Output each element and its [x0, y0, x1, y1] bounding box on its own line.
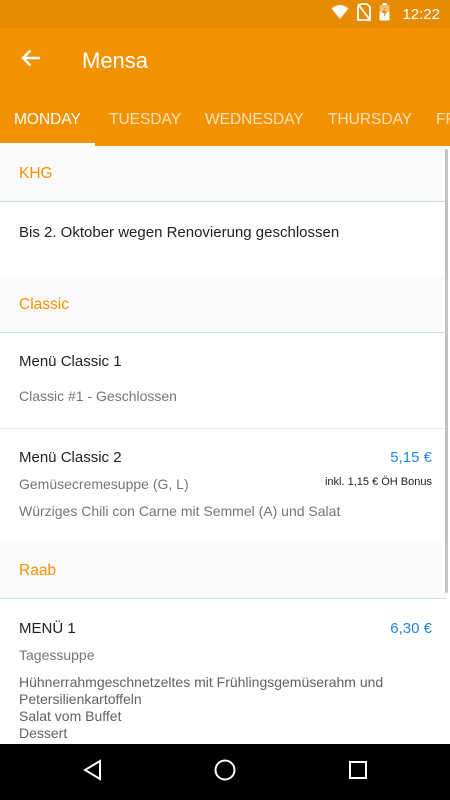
no-sim-icon — [357, 2, 372, 26]
battery-charging-icon — [379, 2, 390, 26]
status-time: 12:22 — [402, 5, 440, 23]
item-description: Classic #1 - Geschlossen — [19, 388, 177, 404]
menu-list[interactable]: KHG Bis 2. Oktober wegen Renovierung ges… — [0, 146, 450, 744]
item-title: Bis 2. Oktober wegen Renovierung geschlo… — [19, 224, 340, 241]
section-header-classic: Classic — [0, 277, 446, 333]
section-title: Classic — [19, 296, 69, 313]
arrow-back-icon — [21, 48, 41, 73]
status-icons: 12:22 — [331, 2, 440, 26]
item-description: Petersilienkartoffeln — [19, 691, 142, 707]
list-item[interactable]: Menü Classic 2 5,15 € inkl. 1,15 € ÖH Bo… — [0, 429, 446, 544]
tab-thursday[interactable]: THURSDAY — [328, 92, 412, 146]
item-price: 6,30 € — [390, 620, 432, 637]
wifi-icon — [331, 4, 349, 25]
item-bonus: inkl. 1,15 € ÖH Bonus — [324, 476, 432, 488]
nav-back-button[interactable] — [79, 758, 107, 786]
item-title: Menü Classic 1 — [19, 353, 122, 370]
item-description: Gemüsecremesuppe (G, L) — [19, 476, 189, 492]
item-price: 5,15 € — [390, 449, 432, 466]
list-item[interactable]: Menü Classic 1 Classic #1 - Geschlossen — [0, 333, 446, 429]
section-header-raab: Raab — [0, 543, 446, 599]
nav-back-icon — [82, 758, 104, 786]
item-description: Tagessuppe — [19, 647, 95, 663]
list-item[interactable]: MENÜ 1 6,30 € Tagessuppe Hühnerrahmgesch… — [0, 599, 446, 744]
day-tabs: MONDAY TUESDAY WEDNESDAY THURSDAY FR — [0, 92, 450, 146]
section-header-khg: KHG — [0, 146, 446, 202]
item-title: Menü Classic 2 — [19, 449, 122, 466]
tab-tuesday[interactable]: TUESDAY — [109, 92, 181, 146]
item-description: Würziges Chili con Carne mit Semmel (A) … — [19, 503, 341, 519]
list-item[interactable]: Bis 2. Oktober wegen Renovierung geschlo… — [0, 202, 446, 278]
status-bar: 12:22 — [0, 0, 450, 28]
item-title: MENÜ 1 — [19, 620, 76, 637]
tab-monday[interactable]: MONDAY — [14, 92, 81, 146]
page-title: Mensa — [82, 48, 149, 73]
nav-home-button[interactable] — [211, 758, 239, 786]
item-description: Salat vom Buffet — [19, 708, 122, 724]
item-description: Dessert — [19, 725, 68, 741]
tab-wednesday[interactable]: WEDNESDAY — [205, 92, 304, 146]
item-description: Hühnerrahmgeschnetzeltes mit Frühlingsge… — [19, 674, 384, 690]
section-title: KHG — [19, 165, 53, 182]
tab-friday[interactable]: FR — [436, 92, 450, 146]
system-nav-bar — [0, 744, 450, 800]
nav-home-icon — [213, 758, 237, 787]
nav-recents-icon — [348, 760, 368, 785]
nav-recents-button[interactable] — [344, 758, 372, 786]
back-button[interactable] — [10, 40, 52, 80]
scrollbar[interactable] — [445, 149, 448, 593]
section-title: Raab — [19, 562, 57, 579]
app-bar: Mensa — [0, 28, 450, 92]
